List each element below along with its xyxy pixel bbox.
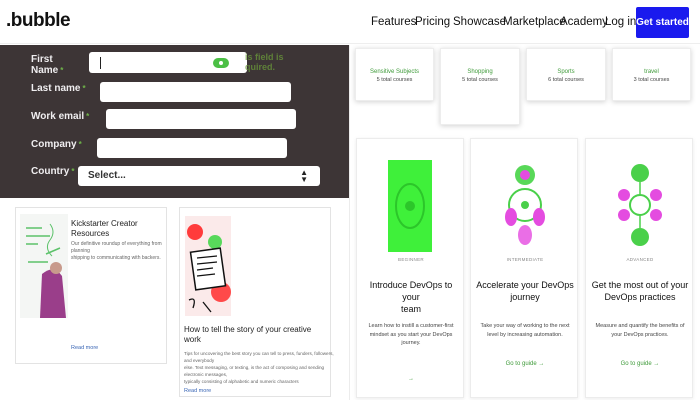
eye-icon[interactable] xyxy=(213,58,229,68)
guide-title: Accelerate your DevOps journey xyxy=(476,280,574,302)
category-name: Sensitive Subjects xyxy=(369,69,420,75)
work-email-input[interactable] xyxy=(106,109,296,129)
creative-story-card[interactable]: How to tell the story of your creative w… xyxy=(179,207,334,397)
guide-title: Introduce DevOps to your team xyxy=(369,280,453,314)
nav-pricing[interactable]: Pricing xyxy=(415,16,450,28)
card-title: Kickstarter Creator Resources xyxy=(71,219,138,238)
nav-academy[interactable]: Academy xyxy=(560,16,608,28)
advanced-illustration xyxy=(618,164,662,246)
bubble-logo[interactable]: .bubble xyxy=(6,10,71,32)
course-count: 6 total courses xyxy=(548,77,584,83)
validation-message: is field is quired. xyxy=(245,52,284,72)
read-more-link[interactable]: Read more xyxy=(184,388,211,394)
required-mark: * xyxy=(60,66,64,75)
login-link[interactable]: Log in xyxy=(605,16,636,28)
guide-description: Take your way of working to the next leve… xyxy=(480,323,570,338)
country-select[interactable]: Select... ▲ ▼ xyxy=(78,166,320,186)
last-name-input[interactable] xyxy=(100,82,291,102)
kickstarter-resources-card[interactable]: Kickstarter Creator Resources Our defini… xyxy=(15,207,167,364)
category-card-travel[interactable]: travel 3 total courses xyxy=(612,48,691,101)
nav-features[interactable]: Features xyxy=(371,16,416,28)
guide-card-advanced[interactable]: ADVANCED Get the most out of your DevOps … xyxy=(585,138,693,398)
top-header: .bubble Features Pricing Showcase Market… xyxy=(0,0,700,44)
category-name: travel xyxy=(644,69,659,75)
category-card-shopping[interactable]: Shopping 5 total courses xyxy=(440,48,520,125)
beginner-illustration xyxy=(388,160,432,252)
go-to-guide-link[interactable]: Go to guide → xyxy=(471,361,579,367)
country-label: Country * xyxy=(31,166,75,177)
whiteboard-illustration xyxy=(20,214,68,318)
guide-description: Learn how to instill a customer-first min… xyxy=(368,323,454,346)
guide-card-beginner[interactable]: BEGINNER Introduce DevOps to your team Le… xyxy=(356,138,464,398)
first-name-label: First Name * xyxy=(31,54,64,76)
intermediate-illustration xyxy=(505,165,545,245)
get-started-button[interactable]: Get started xyxy=(636,7,689,38)
nav-marketplace[interactable]: Marketplace xyxy=(503,16,566,28)
read-more-link[interactable]: Read more xyxy=(71,345,98,351)
guide-description: Measure and quantify the benefits of your… xyxy=(595,323,685,338)
category-card-sensitive-subjects[interactable]: Sensitive Subjects 5 total courses xyxy=(355,48,434,101)
column-divider xyxy=(349,45,350,400)
category-card-sports[interactable]: Sports 6 total courses xyxy=(526,48,606,101)
arrow-right-icon[interactable]: → xyxy=(357,376,465,382)
story-illustration xyxy=(185,216,231,316)
card-title: How to tell the story of your creative w… xyxy=(184,325,312,344)
company-input[interactable] xyxy=(97,138,287,158)
card-description: Tips for uncovering the best story you c… xyxy=(184,351,334,384)
work-email-label: Work email * xyxy=(31,111,90,122)
category-name: Sports xyxy=(557,69,575,75)
category-name: Shopping xyxy=(467,69,493,75)
select-arrows-icon: ▲ ▼ xyxy=(300,168,308,184)
course-count: 5 total courses xyxy=(462,77,498,83)
text-cursor xyxy=(100,57,101,69)
level-label: ADVANCED xyxy=(626,257,654,262)
course-count: 3 total courses xyxy=(633,77,670,83)
go-to-guide-link[interactable]: Go to guide → xyxy=(586,361,694,367)
nav-showcase[interactable]: Showcase xyxy=(453,16,506,28)
level-label: BEGINNER xyxy=(398,257,424,262)
card-description: Our definitive roundup of everything fro… xyxy=(71,241,162,261)
guide-title: Get the most out of your DevOps practices xyxy=(591,280,689,302)
level-label: INTERMEDIATE xyxy=(506,257,544,262)
course-count: 5 total courses xyxy=(376,77,413,83)
company-label: Company * xyxy=(31,139,82,150)
guide-card-intermediate[interactable]: INTERMEDIATE Accelerate your DevOps journ… xyxy=(470,138,578,398)
last-name-label: Last name * xyxy=(31,83,86,94)
